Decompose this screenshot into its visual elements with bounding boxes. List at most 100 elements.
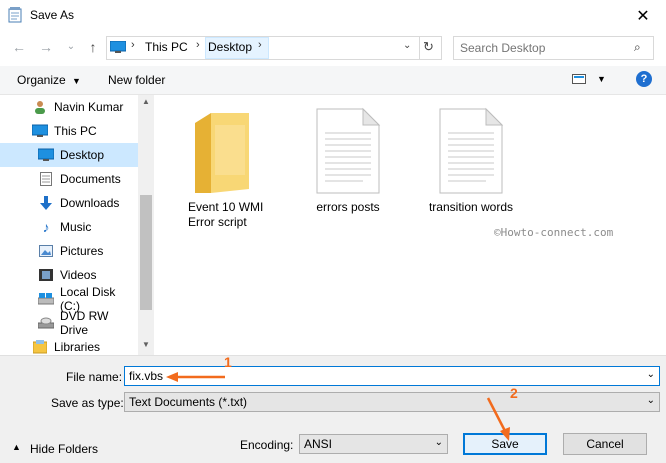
music-icon: ♪ [42, 219, 50, 235]
chevron-down-icon: ⌄ [646, 369, 655, 380]
back-arrow-icon: ← [12, 39, 26, 55]
hide-folders-button[interactable]: Hide Folders [30, 442, 98, 456]
chevron-down-icon: ⌄ [646, 395, 655, 406]
disk-icon [38, 291, 54, 307]
encoding-label: Encoding: [240, 438, 294, 452]
up-arrow-icon: ↑ [89, 39, 97, 55]
close-icon: ✕ [636, 7, 650, 25]
sidebar-item-music[interactable]: ♪ Music [0, 215, 138, 239]
folder-icon [169, 105, 279, 195]
forward-arrow-icon: → [39, 39, 53, 55]
cancel-button[interactable]: Cancel [563, 433, 647, 455]
dvd-icon [38, 315, 54, 331]
command-bar [0, 66, 666, 95]
sidebar-item-local-disk[interactable]: Local Disk (C:) [0, 285, 138, 313]
help-icon: ? [640, 73, 648, 85]
sidebar-item-label: Libraries [54, 340, 101, 354]
encoding-select[interactable]: ANSI ⌄ [299, 434, 448, 454]
organize-label: Organize [17, 73, 66, 87]
filename-label: File name: [66, 370, 123, 384]
file-item-label: errors posts [316, 200, 380, 214]
sidebar-item-documents[interactable]: Documents [0, 167, 138, 191]
save-as-type-select[interactable]: Text Documents (*.txt) ⌄ [124, 392, 660, 412]
annotation-arrow-2 [486, 397, 510, 441]
sidebar-item-label: This PC [54, 124, 97, 138]
file-item-folder[interactable]: Event 10 WMI Error script [169, 105, 279, 230]
scroll-up-arrow-icon[interactable]: ▲ [142, 97, 150, 106]
save-as-type-value: Text Documents (*.txt) [129, 395, 248, 409]
breadcrumb-desktop[interactable]: Desktop [208, 40, 252, 54]
sidebar-item-label: Documents [60, 172, 121, 186]
title-bar [0, 0, 666, 31]
sidebar-item-label: Pictures [60, 244, 104, 258]
refresh-icon: ↻ [423, 39, 434, 54]
search-input[interactable] [458, 39, 632, 57]
forward-button[interactable]: → [37, 39, 55, 55]
chevron-right-icon: › [196, 39, 200, 51]
annotation-step-1: 1 [224, 354, 232, 370]
sidebar-item-dvd[interactable]: DVD RW Drive [0, 309, 138, 337]
scroll-down-arrow-icon[interactable]: ▼ [142, 340, 150, 349]
chevron-down-icon: ⌄ [403, 40, 412, 51]
up-button[interactable]: ↑ [84, 39, 102, 55]
downloads-icon [38, 195, 54, 211]
view-icon [572, 74, 586, 84]
file-item-document[interactable]: errors posts [293, 105, 403, 215]
caret-down-icon: ▼ [597, 74, 606, 84]
sidebar-item-libraries[interactable]: Libraries [0, 335, 138, 355]
search-box[interactable]: ⌕ [453, 36, 654, 60]
save-as-type-label: Save as type: [51, 396, 124, 410]
sidebar-item-label: Navin Kumar [54, 100, 124, 114]
sidebar-item-label: Desktop [60, 148, 105, 162]
chevron-down-icon: ⌄ [66, 41, 76, 52]
back-button[interactable]: ← [10, 39, 28, 55]
view-options-button[interactable] [572, 73, 586, 85]
sidebar-item-label: Downloads [60, 196, 120, 210]
sidebar-item-label: DVD RW Drive [60, 309, 109, 337]
sidebar-item-label: Music [60, 220, 92, 234]
file-item-label: Event 10 WMI Error script [188, 200, 264, 229]
address-dropdown-button[interactable]: ⌄ [403, 40, 411, 51]
refresh-button[interactable]: ↻ [423, 39, 434, 55]
sidebar-item-this-pc[interactable]: This PC [0, 119, 138, 143]
new-folder-button[interactable]: New folder [108, 73, 165, 87]
window-title: Save As [30, 8, 75, 22]
encoding-value: ANSI [304, 437, 333, 451]
filename-value: fix.vbs [129, 369, 164, 383]
sidebar-item-downloads[interactable]: Downloads [0, 191, 138, 215]
caret-down-icon: ▼ [72, 76, 81, 86]
documents-icon [38, 171, 54, 187]
document-icon [416, 105, 526, 195]
chevron-right-icon: › [131, 39, 135, 51]
file-item-document[interactable]: transition words [416, 105, 526, 215]
navigation-pane: Navin Kumar This PC Desktop Documents Do… [0, 95, 154, 355]
videos-icon [38, 267, 54, 283]
organize-button[interactable]: Organize ▼ [17, 73, 81, 87]
annotation-step-2: 2 [510, 385, 518, 401]
watermark: ©Howto-connect.com [494, 226, 614, 239]
sidebar-item-label: Videos [60, 268, 97, 282]
caret-up-icon: ▲ [12, 442, 21, 452]
pc-icon [109, 40, 127, 53]
close-button[interactable]: ✕ [620, 0, 666, 31]
view-dropdown-button[interactable]: ▼ [597, 74, 606, 84]
chevron-down-icon: ⌄ [434, 437, 443, 448]
file-item-label: transition words [428, 200, 514, 214]
sidebar-scroll-thumb[interactable] [140, 195, 152, 310]
sidebar-item-videos[interactable]: Videos [0, 263, 138, 287]
chevron-right-icon: › [258, 39, 262, 51]
breadcrumb-this-pc[interactable]: This PC [145, 40, 188, 54]
libraries-icon [32, 339, 48, 355]
recent-locations-button[interactable]: ⌄ [62, 39, 80, 55]
document-icon [293, 105, 403, 195]
address-bar[interactable]: › This PC › Desktop › ⌄ ↻ [106, 36, 442, 60]
search-icon: ⌕ [634, 40, 641, 54]
divider [419, 37, 420, 59]
notepad-icon [8, 7, 22, 23]
pc-icon [32, 123, 48, 139]
sidebar-item-pictures[interactable]: Pictures [0, 239, 138, 263]
help-button[interactable]: ? [636, 71, 652, 87]
sidebar-item-user[interactable]: Navin Kumar [0, 95, 138, 119]
sidebar-item-desktop[interactable]: Desktop [0, 143, 138, 167]
pictures-icon [38, 243, 54, 259]
